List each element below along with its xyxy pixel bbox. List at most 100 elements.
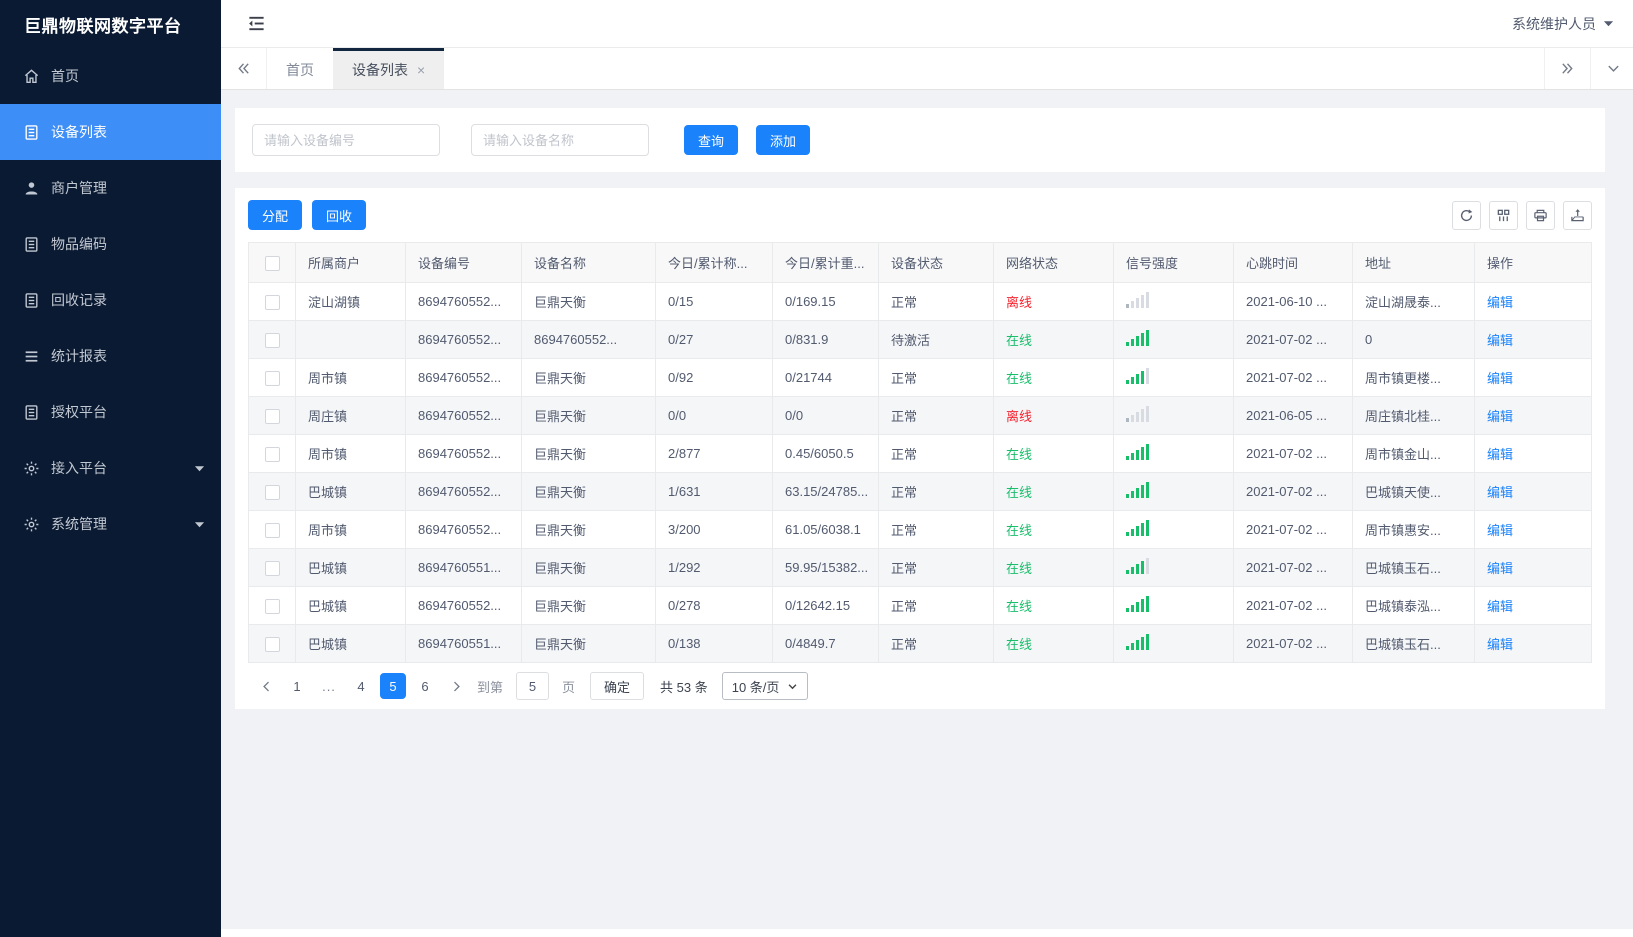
row-checkbox[interactable] [264,522,280,538]
tabs-menu-icon[interactable] [1590,48,1633,89]
cell-today-weight: 61.05/6038.1 [772,510,879,549]
select-all-checkbox[interactable] [264,255,280,271]
cell-today-count: 1/631 [655,472,773,511]
cell-address: 周庄镇北桂... [1352,396,1475,435]
cell-action: 编辑 [1474,358,1592,397]
cell-action: 编辑 [1474,586,1592,625]
row-checkbox[interactable] [264,332,280,348]
user-menu[interactable]: 系统维护人员 [1512,14,1614,34]
cell-merchant: 巴城镇 [295,586,406,625]
sidebar-item-merchant-mgmt[interactable]: 商户管理 [0,160,221,216]
edit-link[interactable]: 编辑 [1487,295,1513,310]
caret-down-icon [194,519,205,530]
cell-network-status: 在线 [993,434,1114,473]
cell-device-status: 正常 [878,282,994,321]
edit-link[interactable]: 编辑 [1487,599,1513,614]
content-area: 查询 添加 分配 回收 [221,90,1633,929]
cell-signal [1113,396,1234,435]
table-row: 淀山湖镇 8694760552... 巨鼎天衡 0/15 0/169.15 正常 离线 202… [248,282,1592,321]
row-checkbox[interactable] [264,294,280,310]
caret-down-icon [194,463,205,474]
sidebar-item-home[interactable]: 首页 [0,48,221,104]
close-icon[interactable]: × [417,63,425,77]
edit-link[interactable]: 编辑 [1487,485,1513,500]
column-header: 信号强度 [1113,242,1234,283]
cell-action: 编辑 [1474,320,1592,359]
goto-page-input[interactable] [516,672,550,700]
row-checkbox[interactable] [264,636,280,652]
cell-network-status: 在线 [993,624,1114,663]
tabs-scroll-left-icon[interactable] [221,48,267,89]
cell-device-status: 正常 [878,624,994,663]
assign-button[interactable]: 分配 [248,200,303,230]
table-row: 巴城镇 8694760552... 巨鼎天衡 0/278 0/12642.15 正常 在线 2… [248,586,1592,625]
sidebar-item-item-code[interactable]: 物品编码 [0,216,221,272]
cell-device-status: 待激活 [878,320,994,359]
cell-merchant: 周市镇 [295,510,406,549]
edit-link[interactable]: 编辑 [1487,523,1513,538]
cell-device-name: 巨鼎天衡 [521,472,656,511]
cell-today-weight: 0/831.9 [772,320,879,359]
cell-network-status: 在线 [993,320,1114,359]
cell-signal [1113,586,1234,625]
cell-signal [1113,434,1234,473]
columns-icon[interactable] [1489,200,1518,230]
row-checkbox[interactable] [264,560,280,576]
refresh-icon[interactable] [1452,200,1481,230]
row-checkbox[interactable] [264,446,280,462]
row-checkbox[interactable] [264,370,280,386]
tab-device-list[interactable]: 设备列表 × [333,48,445,89]
sidebar-item-device-list[interactable]: 设备列表 [0,104,221,160]
row-checkbox[interactable] [264,484,280,500]
sidebar-item-stats-report[interactable]: 统计报表 [0,328,221,384]
cell-heartbeat: 2021-07-02 ... [1233,320,1353,359]
goto-confirm-button[interactable]: 确定 [590,672,645,700]
edit-link[interactable]: 编辑 [1487,371,1513,386]
menu-fold-icon[interactable] [247,14,266,33]
sidebar-item-auth-platform[interactable]: 授权平台 [0,384,221,440]
tabs-scroll-right-icon[interactable] [1544,48,1590,89]
page-number-6[interactable]: 6 [412,673,438,699]
sidebar-item-label: 接入平台 [51,460,107,476]
table-row: 周市镇 8694760552... 巨鼎天衡 2/877 0.45/6050.5 正常 在线… [248,434,1592,473]
device-no-input[interactable] [252,124,440,156]
doc-icon [23,404,40,421]
page-number-1[interactable]: 1 [284,673,310,699]
signal-bars-icon [1126,634,1149,650]
edit-link[interactable]: 编辑 [1487,447,1513,462]
page-size-select[interactable]: 10 条/页 [721,672,809,700]
lines-icon [23,348,40,365]
page-number-5[interactable]: 5 [380,673,406,699]
recycle-button[interactable]: 回收 [312,200,367,230]
prev-page-icon[interactable] [254,674,278,698]
cell-device-name: 巨鼎天衡 [521,282,656,321]
edit-link[interactable]: 编辑 [1487,637,1513,652]
table-row: 巴城镇 8694760551... 巨鼎天衡 1/292 59.95/15382... 正… [248,548,1592,587]
device-name-input[interactable] [471,124,649,156]
signal-bars-icon [1126,292,1149,308]
edit-link[interactable]: 编辑 [1487,333,1513,348]
column-header: 心跳时间 [1233,242,1353,283]
next-page-icon[interactable] [444,674,468,698]
row-checkbox[interactable] [264,598,280,614]
row-checkbox[interactable] [264,408,280,424]
cell-device-status: 正常 [878,396,994,435]
export-icon[interactable] [1563,200,1592,230]
add-button[interactable]: 添加 [756,125,811,155]
sidebar-item-access-platform[interactable]: 接入平台 [0,440,221,496]
cell-today-count: 1/292 [655,548,773,587]
edit-link[interactable]: 编辑 [1487,409,1513,424]
cell-action: 编辑 [1474,472,1592,511]
cell-network-status: 在线 [993,358,1114,397]
edit-link[interactable]: 编辑 [1487,561,1513,576]
sidebar-item-system-mgmt[interactable]: 系统管理 [0,496,221,552]
sidebar-item-recycle-records[interactable]: 回收记录 [0,272,221,328]
tab-home[interactable]: 首页 [267,48,333,89]
cell-device-no: 8694760551... [405,624,522,663]
query-button[interactable]: 查询 [684,125,739,155]
page-number-4[interactable]: 4 [348,673,374,699]
home-icon [23,68,40,85]
cell-action: 编辑 [1474,624,1592,663]
sidebar-item-label: 授权平台 [51,404,107,420]
printer-icon[interactable] [1526,200,1555,230]
